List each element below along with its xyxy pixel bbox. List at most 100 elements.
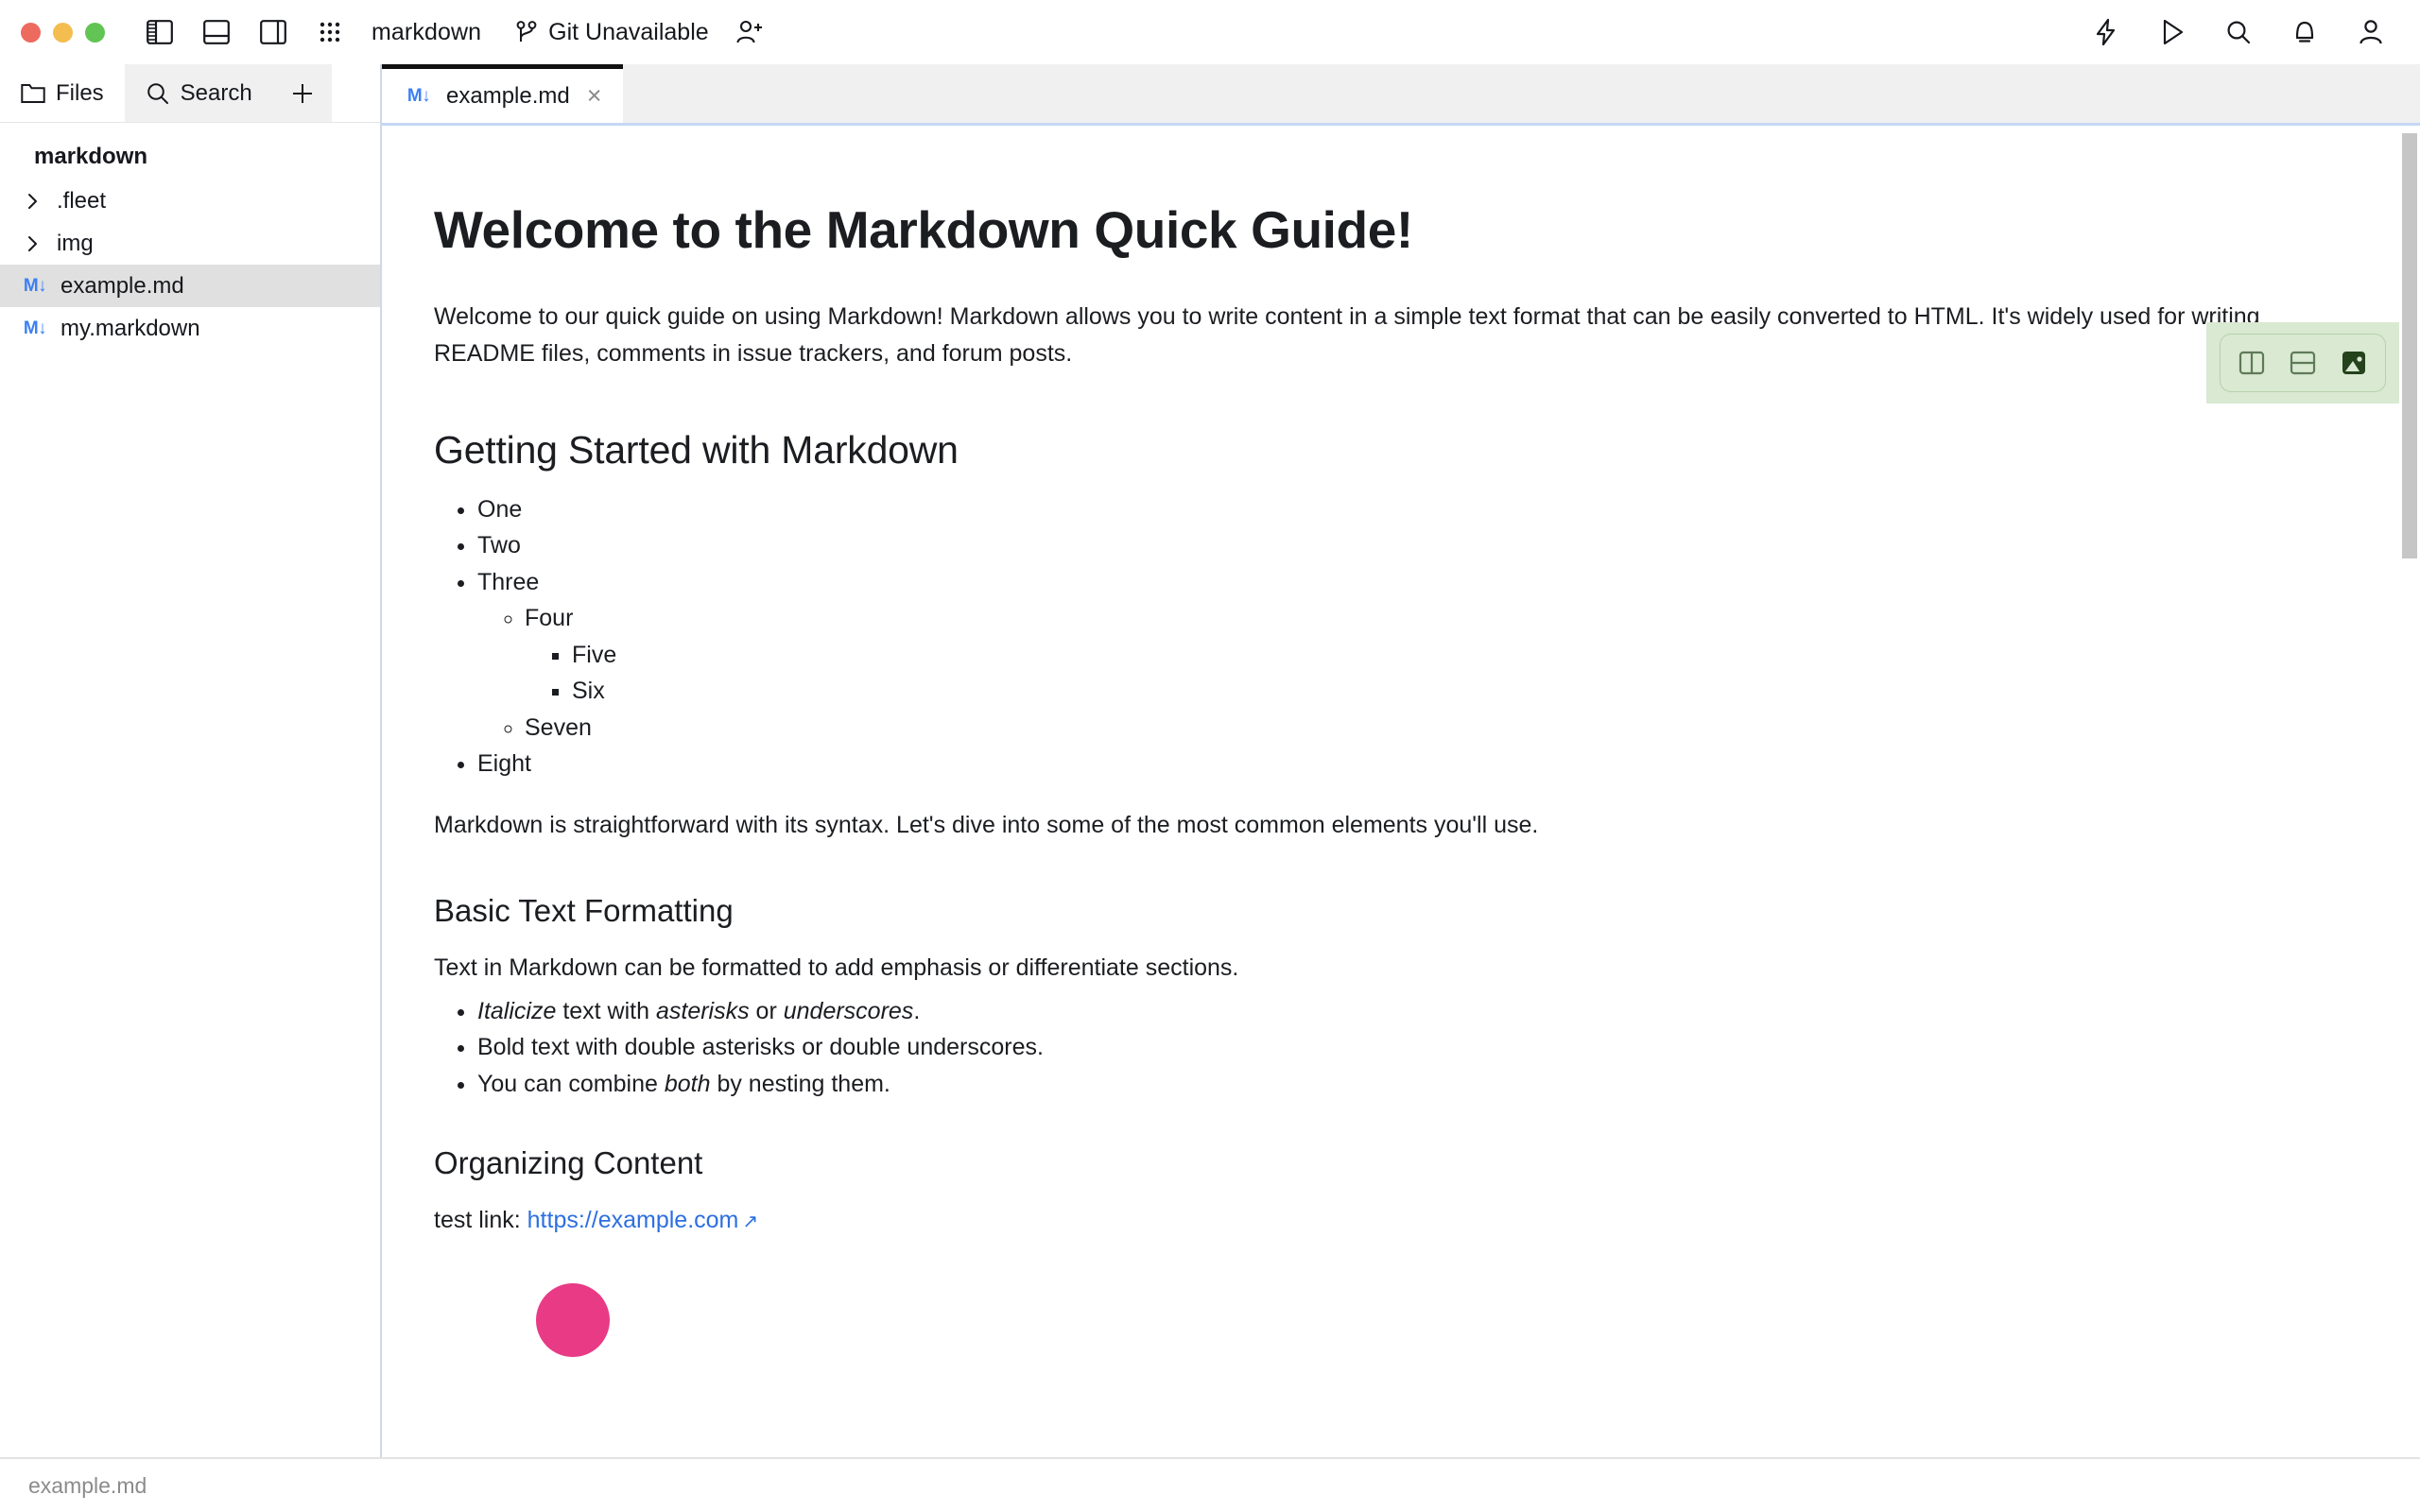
file-tree: markdown .fleet img M↓ example.md M↓ my.… xyxy=(0,123,380,350)
italic-word-italicize: Italicize xyxy=(477,997,557,1024)
status-bar: example.md xyxy=(0,1457,2420,1512)
preview-image-icon[interactable] xyxy=(2332,341,2376,385)
list-item-label: Three xyxy=(477,568,540,595)
project-title[interactable]: markdown xyxy=(372,19,481,46)
list-item-label: Four xyxy=(525,605,574,632)
sidebar-tab-search[interactable]: Search xyxy=(124,64,273,122)
file-tree-item-my-markdown[interactable]: M↓ my.markdown xyxy=(0,307,380,350)
basic-text-paragraph: Text in Markdown can be formatted to add… xyxy=(434,954,1239,982)
document-title: Welcome to the Markdown Quick Guide! xyxy=(434,200,1413,259)
list-item: Three Four Five Six Seven xyxy=(477,570,2307,741)
file-tree-item-fleet[interactable]: .fleet xyxy=(0,180,380,222)
list-item: Two xyxy=(477,533,2307,558)
nested-list-level-3: Five Six xyxy=(525,643,2307,704)
list-item: Six xyxy=(572,679,2307,704)
document-scroll-region[interactable]: Welcome to the Markdown Quick Guide! Wel… xyxy=(382,126,2420,1457)
sidebar: Files Search markdown .fleet img M↓ exam… xyxy=(0,64,382,1457)
embedded-image-placeholder xyxy=(536,1282,610,1357)
bottom-panel-icon[interactable] xyxy=(196,11,237,53)
search-icon[interactable] xyxy=(2218,11,2259,53)
split-vertical-icon[interactable] xyxy=(2230,341,2273,385)
maximize-window-button[interactable] xyxy=(85,22,105,43)
heading-organizing-content: Organizing Content xyxy=(434,1145,703,1181)
grid-icon[interactable] xyxy=(309,11,351,53)
workspace: Files Search markdown .fleet img M↓ exam… xyxy=(0,64,2420,1457)
left-panel-icon[interactable] xyxy=(139,11,181,53)
editor-tab-label: example.md xyxy=(446,82,570,109)
list-item: You can combine both by nesting them. xyxy=(477,1072,2307,1097)
list-item: Bold text with double asterisks or doubl… xyxy=(477,1035,2307,1060)
italic-word-asterisks: asterisks xyxy=(655,997,750,1024)
folder-icon xyxy=(21,83,45,104)
sidebar-tab-files-label: Files xyxy=(56,79,104,106)
markdown-icon: M↓ xyxy=(406,85,431,106)
minimize-window-button[interactable] xyxy=(53,22,73,43)
list-item: Italicize text with asterisks or undersc… xyxy=(477,999,2307,1024)
file-tree-item-example-md[interactable]: M↓ example.md xyxy=(0,265,380,307)
italic-word-underscores: underscores xyxy=(783,997,914,1024)
heading-getting-started: Getting Started with Markdown xyxy=(434,427,959,472)
sidebar-tabstrip-filler xyxy=(331,64,380,122)
markdown-icon: M↓ xyxy=(23,275,47,296)
chevron-right-icon[interactable] xyxy=(21,192,45,211)
intro-paragraph: Welcome to our quick guide on using Mark… xyxy=(434,302,2260,368)
editor-tab-example-md[interactable]: M↓ example.md × xyxy=(382,64,623,123)
list-item: Eight xyxy=(477,751,2307,777)
list-item: Five xyxy=(572,643,2307,668)
list-item: Seven xyxy=(525,715,2307,741)
fleet-window: markdown Git Unavailable Files Search ma… xyxy=(0,0,2420,1512)
add-user-icon[interactable] xyxy=(735,19,764,45)
file-tree-item-label: img xyxy=(57,230,94,256)
git-status[interactable]: Git Unavailable xyxy=(515,19,709,46)
new-sidebar-tab-button[interactable] xyxy=(272,64,332,122)
sidebar-tab-search-label: Search xyxy=(180,79,252,106)
heading-basic-text-formatting: Basic Text Formatting xyxy=(434,893,734,929)
right-panel-icon[interactable] xyxy=(252,11,294,53)
editor-tabstrip: M↓ example.md × xyxy=(382,64,2420,123)
title-bar: markdown Git Unavailable xyxy=(0,0,2420,64)
titlebar-actions xyxy=(2085,11,2395,53)
account-icon[interactable] xyxy=(2350,11,2392,53)
markdown-icon: M↓ xyxy=(23,318,47,338)
formatting-list: Italicize text with asterisks or undersc… xyxy=(434,999,2307,1097)
file-tree-item-label: my.markdown xyxy=(60,315,200,341)
syntax-paragraph: Markdown is straightforward with its syn… xyxy=(434,811,1539,838)
link-prefix-label: test link: xyxy=(434,1207,527,1234)
test-link-paragraph: test link: https://example.com ↗ xyxy=(434,1202,2307,1240)
sidebar-tab-files[interactable]: Files xyxy=(0,64,125,122)
chevron-right-icon[interactable] xyxy=(21,234,45,253)
preview-mode-toolbar-inner xyxy=(2220,334,2386,392)
editor-area: M↓ example.md × Welcome to the Markdown … xyxy=(382,64,2420,1457)
run-icon[interactable] xyxy=(2152,11,2193,53)
lightning-icon[interactable] xyxy=(2085,11,2127,53)
sidebar-tabstrip: Files Search xyxy=(0,64,380,123)
markdown-preview: Welcome to the Markdown Quick Guide! Wel… xyxy=(382,126,2420,1357)
nested-list-level-2: Four Five Six Seven xyxy=(477,606,2307,740)
editor-tabstrip-filler xyxy=(622,64,2420,123)
notifications-icon[interactable] xyxy=(2284,11,2325,53)
status-bar-filename[interactable]: example.md xyxy=(28,1473,147,1499)
text-run: or xyxy=(749,997,784,1024)
nested-list: One Two Three Four Five Six xyxy=(434,497,2307,777)
external-link[interactable]: https://example.com xyxy=(527,1207,739,1233)
search-icon xyxy=(146,81,170,106)
close-tab-icon[interactable]: × xyxy=(587,83,602,109)
close-window-button[interactable] xyxy=(21,22,41,43)
italic-word-both: both xyxy=(664,1070,711,1097)
text-run: . xyxy=(913,997,921,1024)
external-link-arrow-icon: ↗ xyxy=(742,1211,759,1233)
split-horizontal-icon[interactable] xyxy=(2281,341,2325,385)
text-run: text with xyxy=(556,997,656,1024)
vertical-scrollbar[interactable] xyxy=(2399,126,2420,1457)
git-status-label: Git Unavailable xyxy=(548,18,709,45)
file-tree-item-label: example.md xyxy=(60,272,184,299)
panel-toggle-group xyxy=(139,11,351,53)
list-item: One xyxy=(477,497,2307,523)
git-branch-icon xyxy=(515,20,538,44)
window-controls xyxy=(21,22,105,43)
file-tree-item-label: .fleet xyxy=(57,187,107,214)
file-tree-item-img[interactable]: img xyxy=(0,222,380,265)
vertical-scrollbar-thumb[interactable] xyxy=(2402,133,2417,558)
file-tree-root[interactable]: markdown xyxy=(0,138,380,180)
preview-mode-toolbar xyxy=(2206,322,2399,404)
